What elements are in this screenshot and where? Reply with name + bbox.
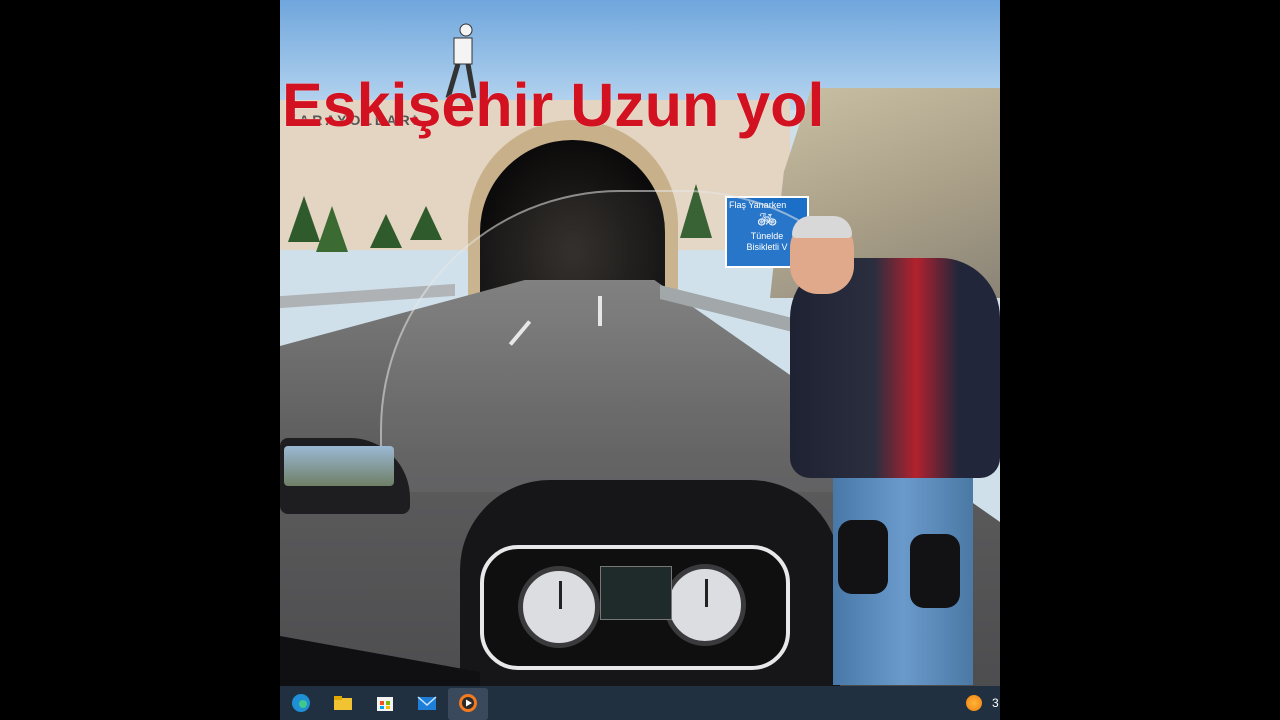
video-title-overlay: Eskişehir Uzun yol <box>282 71 825 139</box>
video-frame: KARAYOLLARI Flaş Yanarken 🚲︎ Tünelde Bis… <box>280 0 1000 720</box>
mail-icon[interactable] <box>416 692 438 714</box>
microsoft-store-icon[interactable] <box>374 692 396 714</box>
tachometer-gauge <box>664 564 746 646</box>
tree <box>410 206 442 240</box>
media-player-icon[interactable] <box>457 692 479 714</box>
tree <box>316 206 348 252</box>
knee-pad <box>838 520 888 594</box>
tree <box>370 214 402 248</box>
mirror-reflection <box>284 446 394 486</box>
knee-pad <box>910 534 960 608</box>
weather-temperature[interactable]: 3 <box>992 696 999 710</box>
speedometer-gauge <box>518 566 600 648</box>
sun-icon[interactable] <box>966 695 982 711</box>
person-hair <box>792 216 852 238</box>
file-explorer-icon[interactable] <box>332 692 354 714</box>
edge-icon[interactable] <box>290 692 312 714</box>
lcd-display <box>600 566 672 620</box>
